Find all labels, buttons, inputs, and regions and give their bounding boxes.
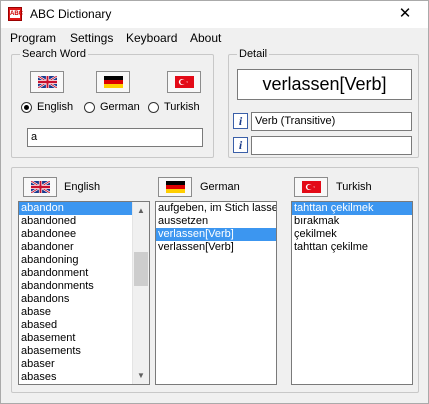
title-bar: ABC ABC Dictionary ✕ — [1, 1, 428, 28]
detail-info-field-1[interactable]: Verb (Transitive) — [251, 112, 412, 131]
english-list-item[interactable]: abandons — [19, 293, 149, 306]
menu-program[interactable]: Program — [10, 31, 56, 45]
english-list-item[interactable]: abandonments — [19, 280, 149, 293]
window-title: ABC Dictionary — [30, 7, 112, 21]
detail-group: Detail verlassen[Verb] i Verb (Transitiv… — [228, 47, 419, 158]
german-word-list[interactable]: aufgeben, im Stich lassen aussetzen verlas… — [155, 201, 277, 385]
menu-settings[interactable]: Settings — [70, 31, 113, 45]
english-list-item[interactable]: abandonment — [19, 267, 149, 280]
info-icon[interactable]: i — [233, 137, 248, 153]
menu-keyboard[interactable]: Keyboard — [126, 31, 177, 45]
german-flag-icon — [104, 76, 123, 88]
german-flag-button[interactable] — [96, 71, 130, 93]
uk-flag-icon — [31, 181, 50, 193]
abc-app-icon: ABC — [8, 7, 23, 21]
uk-flag-icon — [38, 76, 57, 88]
english-list-item[interactable]: abaser — [19, 358, 149, 371]
turkish-list-item[interactable]: bırakmak — [292, 215, 412, 228]
english-list-item[interactable]: abandoner — [19, 241, 149, 254]
german-list-rows: aufgeben, im Stich lassen aussetzen verlas… — [156, 202, 276, 254]
english-radio-label: English — [37, 101, 74, 113]
detail-word: verlassen[Verb] — [237, 69, 412, 100]
english-list-item[interactable]: abases — [19, 371, 149, 384]
english-word-list[interactable]: abandon abandoned abandonee abandoner abando… — [18, 201, 150, 385]
english-list-flag-button[interactable] — [23, 177, 57, 197]
english-list-scrollbar[interactable]: ▲ ▼ — [132, 202, 149, 384]
results-group: English abandon abandoned abandonee abandon… — [11, 167, 419, 393]
app-window: ABC ABC Dictionary ✕ Program Settings Ke… — [0, 0, 429, 404]
turkish-list-item[interactable]: çekilmek — [292, 228, 412, 241]
menu-about[interactable]: About — [190, 31, 221, 45]
search-input[interactable]: a — [27, 128, 203, 147]
english-list-item[interactable]: abandonee — [19, 228, 149, 241]
english-list-item[interactable]: abased — [19, 319, 149, 332]
turkish-flag-icon — [302, 181, 321, 193]
turkish-radio-label: Turkish — [164, 101, 200, 113]
radio-dot[interactable] — [84, 102, 95, 113]
english-list-rows: abandon abandoned abandonee abandoner abando… — [19, 202, 149, 384]
turkish-list-rows: tahttan çekilmek bırakmak çekilmek tahttan … — [292, 202, 412, 254]
detail-title: Detail — [237, 47, 270, 61]
german-flag-icon — [166, 181, 185, 193]
radio-dot[interactable] — [148, 102, 159, 113]
english-list-item[interactable]: abandoned — [19, 215, 149, 228]
german-list-item[interactable]: verlassen[Verb] — [156, 228, 276, 241]
english-list-item[interactable]: abandoning — [19, 254, 149, 267]
scroll-down-icon[interactable]: ▼ — [133, 367, 149, 384]
english-list-item[interactable]: abasement — [19, 332, 149, 345]
german-radio-label: German — [100, 101, 140, 113]
info-icon[interactable]: i — [233, 113, 248, 129]
turkish-list-item[interactable]: tahttan çekilmek — [292, 202, 412, 215]
radio-dot[interactable] — [21, 102, 32, 113]
german-list-item[interactable]: verlassen[Verb] — [156, 241, 276, 254]
turkish-word-list[interactable]: tahttan çekilmek bırakmak çekilmek tahttan … — [291, 201, 413, 385]
german-list-flag-button[interactable] — [158, 177, 192, 197]
english-list-item[interactable]: abasements — [19, 345, 149, 358]
german-list-item[interactable]: aussetzen — [156, 215, 276, 228]
english-flag-button[interactable] — [30, 71, 64, 93]
search-word-title: Search Word — [20, 47, 88, 61]
turkish-list-label: Turkish — [336, 181, 372, 193]
close-button[interactable]: ✕ — [382, 1, 428, 28]
turkish-flag-button[interactable] — [167, 71, 201, 93]
german-list-item[interactable]: aufgeben, im Stich lassen — [156, 202, 276, 215]
turkish-flag-icon — [175, 76, 194, 88]
menu-bar: Program Settings Keyboard About — [1, 28, 428, 47]
turkish-list-item[interactable]: tahttan çekilme — [292, 241, 412, 254]
scroll-thumb[interactable] — [134, 252, 148, 286]
english-list-label: English — [64, 181, 101, 193]
turkish-list-flag-button[interactable] — [294, 177, 328, 197]
german-list-label: German — [200, 181, 240, 193]
detail-info-field-2[interactable] — [251, 136, 412, 155]
english-list-item[interactable]: abase — [19, 306, 149, 319]
search-word-group: Search Word English German Turkish a — [11, 47, 214, 158]
english-list-item[interactable]: abandon — [19, 202, 149, 215]
scroll-up-icon[interactable]: ▲ — [133, 202, 149, 219]
